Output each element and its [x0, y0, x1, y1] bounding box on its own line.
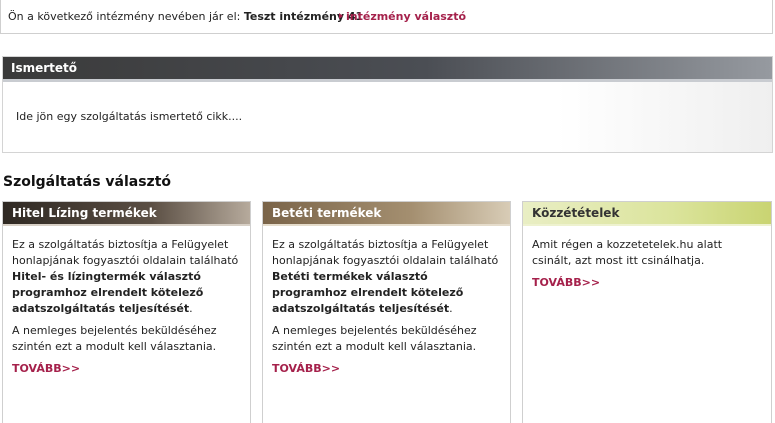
description-text: Ide jön egy szolgáltatás ismertető cikk.… [16, 110, 243, 123]
card-description: Amit régen a kozzetetelek.hu alatt csiná… [532, 238, 723, 267]
card-body: Amit régen a kozzetetelek.hu alatt csiná… [523, 226, 771, 291]
card-description: Ez a szolgáltatás biztosítja a Felügyele… [12, 237, 241, 317]
card-text: . [449, 302, 453, 315]
card-title: Betéti termékek [263, 202, 510, 226]
card-more-link[interactable]: TOVÁBB>> [12, 361, 241, 377]
card-beteti: Betéti termékek Ez a szolgáltatás biztos… [262, 201, 511, 423]
institution-select-link[interactable]: intézmény választó [339, 10, 466, 23]
card-text-bold: Hitel- és lízingtermék választó programh… [12, 270, 204, 315]
arrow-right-icon [339, 13, 343, 19]
card-more-link[interactable]: TOVÁBB>> [532, 275, 762, 291]
card-title: Közzétételek [523, 202, 771, 226]
card-text: Ez a szolgáltatás biztosítja a Felügyele… [12, 238, 239, 267]
card-text-bold: Betéti termékek választó programhoz elre… [272, 270, 464, 315]
card-body: Ez a szolgáltatás biztosítja a Felügyele… [263, 226, 510, 377]
card-hitel-lizing: Hitel Lízing termékek Ez a szolgáltatás … [2, 201, 251, 423]
institution-bar: Ön a következő intézmény nevében jár el:… [0, 0, 773, 34]
institution-select-label: intézmény választó [346, 10, 467, 23]
card-description: Ez a szolgáltatás biztosítja a Felügyele… [272, 237, 501, 317]
card-text: Ez a szolgáltatás biztosítja a Felügyele… [272, 238, 499, 267]
services-title: Szolgáltatás választó [3, 174, 172, 190]
card-kozzetetelek: Közzétételek Amit régen a kozzetetelek.h… [522, 201, 772, 423]
card-title: Hitel Lízing termékek [3, 202, 250, 226]
card-text: . [189, 302, 193, 315]
description-panel: Ismertető Ide jön egy szolgáltatás ismer… [2, 56, 773, 153]
description-heading: Ismertető [3, 57, 772, 82]
card-note: A nemleges bejelentés beküldéséhez szint… [12, 324, 217, 353]
institution-info: Ön a következő intézmény nevében jár el:… [8, 10, 363, 23]
card-body: Ez a szolgáltatás biztosítja a Felügyele… [3, 226, 250, 377]
institution-prefix: Ön a következő intézmény nevében jár el: [8, 10, 244, 23]
card-more-link[interactable]: TOVÁBB>> [272, 361, 501, 377]
card-note: A nemleges bejelentés beküldéséhez szint… [272, 324, 477, 353]
